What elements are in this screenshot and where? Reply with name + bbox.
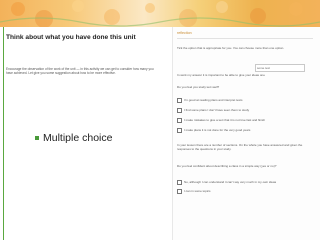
doc-option-3[interactable]: I make mistakes to give a text that it i…: [177, 118, 265, 123]
doc-option-label: I make mistakes to give a text that it i…: [184, 118, 266, 123]
checkbox-icon[interactable]: [177, 98, 182, 103]
doc-option-4[interactable]: I make plans it is not done for the very…: [177, 128, 250, 133]
doc-option-6[interactable]: I can in some topics: [177, 189, 211, 194]
checkbox-icon[interactable]: [177, 118, 182, 123]
bullet-label: Multiple choice: [43, 132, 113, 144]
checkbox-icon[interactable]: [177, 128, 182, 133]
slide-body-text: Encourage the observation of the work of…: [6, 67, 154, 76]
green-guide-line: [3, 27, 4, 240]
doc-input-value: some text: [257, 66, 271, 70]
bullet-square-icon: [35, 136, 39, 140]
doc-option-label: I find some plans I don't have seen them…: [184, 108, 250, 113]
doc-paragraph: In your lesson there are a number of sec…: [177, 143, 303, 152]
floral-pattern-icon: [0, 0, 320, 27]
doc-divider: [177, 38, 313, 39]
doc-question-2: Do you feel confident about describing a…: [177, 164, 277, 168]
doc-title: reflection: [177, 31, 192, 35]
doc-option-label: I'm good at reading plans and interpret …: [184, 98, 243, 103]
doc-option-2[interactable]: I find some plans I don't have seen them…: [177, 108, 249, 113]
doc-option-5[interactable]: No, although I can understand it can't s…: [177, 180, 276, 185]
checkbox-icon[interactable]: [177, 108, 182, 113]
checkbox-icon[interactable]: [177, 180, 182, 185]
doc-option-label: I make plans it is not done for the very…: [184, 128, 251, 133]
decorative-header-banner: [0, 0, 320, 27]
doc-option-label: No, although I can understand it can't s…: [184, 180, 277, 185]
doc-question-1: Do you feel you study text well?: [177, 85, 220, 89]
doc-option-1[interactable]: I'm good at reading plans and interpret …: [177, 98, 242, 103]
doc-option-label: I can in some topics: [184, 189, 211, 194]
checkbox-icon[interactable]: [177, 189, 182, 194]
doc-intro: Tick the option that is appropriate for …: [177, 46, 285, 50]
bullet-multiple-choice: Multiple choice: [35, 132, 112, 144]
doc-line-a: In work my answer it is important to be …: [177, 73, 265, 77]
slide-heading: Think about what you have done this unit: [6, 34, 136, 41]
document-preview-panel: reflection Tick the option that is appro…: [172, 27, 320, 240]
